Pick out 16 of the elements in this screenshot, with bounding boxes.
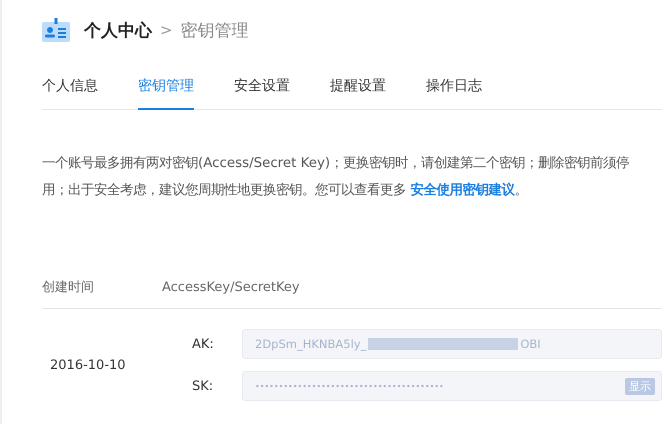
tab[interactable]: 密钥管理: [138, 73, 194, 110]
column-header: AccessKey/SecretKey: [162, 280, 300, 294]
notice-text: 一个账号最多拥有两对密钥(Access/Secret Key)；更换密钥时，请创建第二个密钥；删除密钥前须停用；出于安全考虑，建议您周期性地更换密钥。您可以查看更多 安全使用密钥建议。: [42, 154, 630, 200]
tab[interactable]: 安全设置: [234, 73, 290, 110]
security-advice-link[interactable]: 安全使用密钥建议: [410, 183, 514, 198]
field-label: SK:: [192, 378, 214, 394]
column-header: 创建时间: [42, 279, 95, 296]
table-cell-text: 2016-10-10: [49, 358, 127, 372]
id-card-icon: [42, 18, 70, 42]
page-title: 个人中心: [84, 20, 152, 42]
tab[interactable]: 操作日志: [426, 73, 482, 110]
tab[interactable]: 个人信息: [42, 73, 98, 110]
tab[interactable]: 提醒设置: [330, 73, 386, 110]
field-label: AK:: [192, 336, 215, 352]
breadcrumb-separator: >: [160, 21, 173, 39]
breadcrumb-current: 密钥管理: [180, 20, 249, 42]
